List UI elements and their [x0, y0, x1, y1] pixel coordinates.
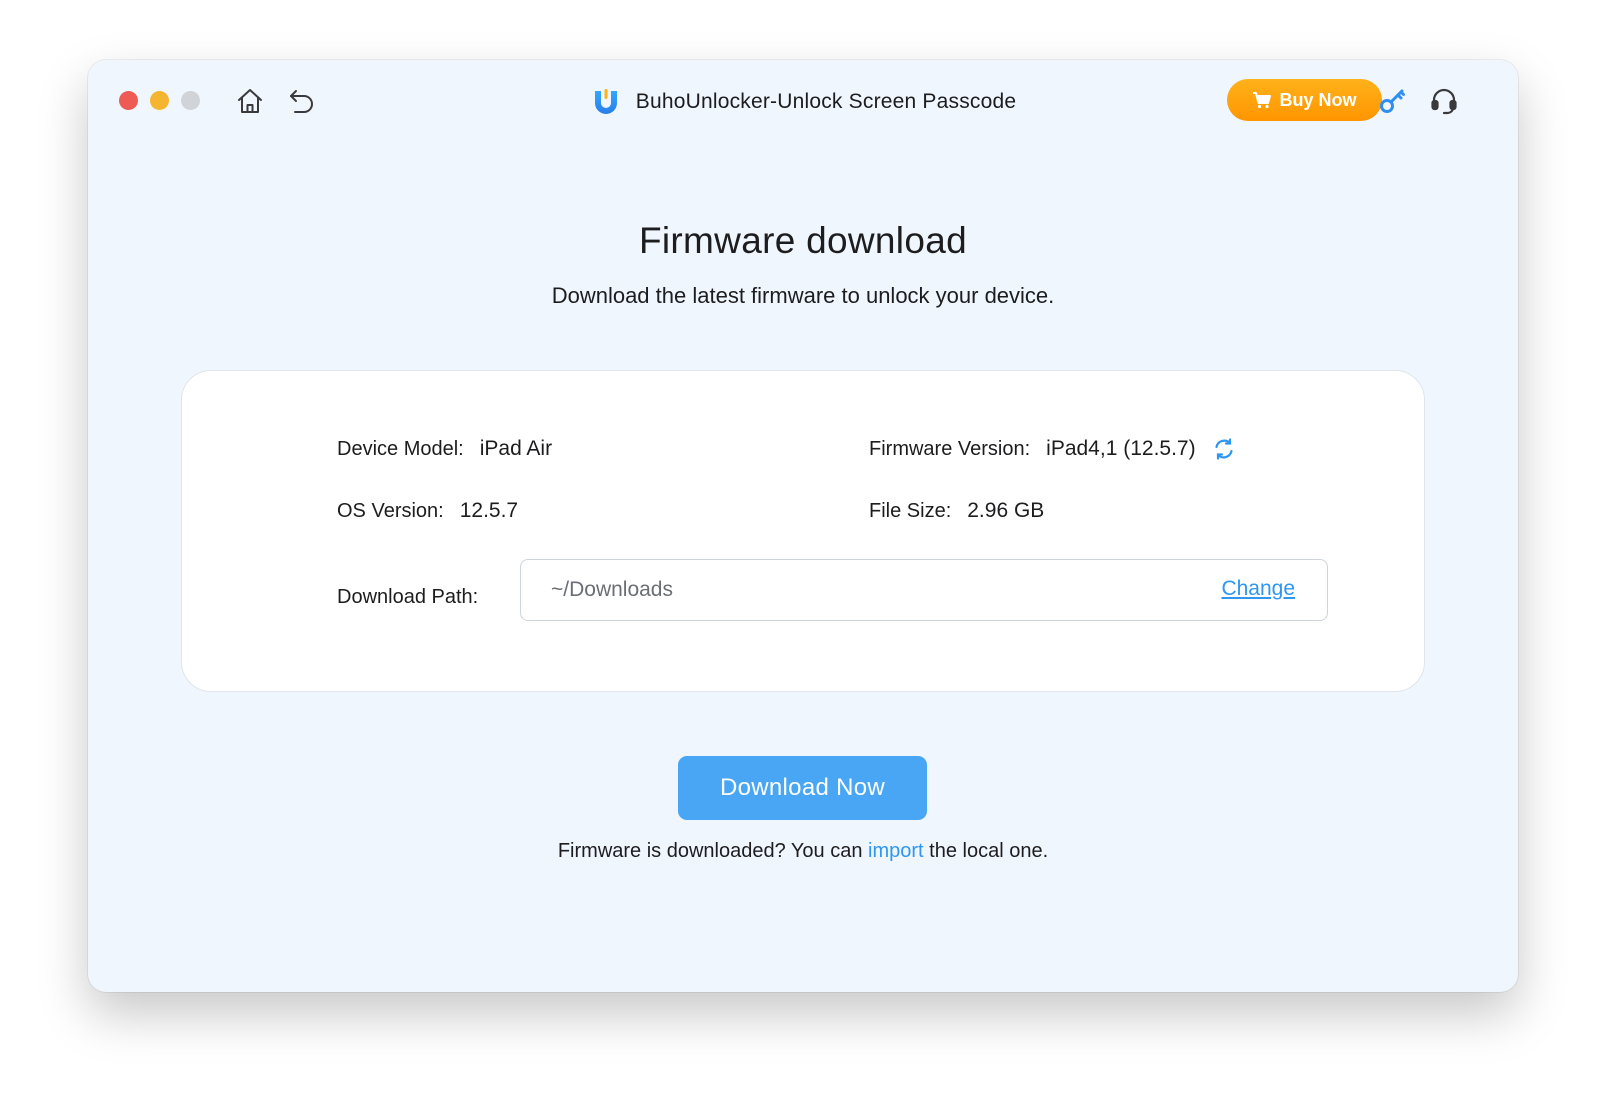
os-version-label: OS Version:	[337, 499, 444, 522]
buho-logo-icon	[590, 86, 622, 118]
download-path-field: Download Path:	[337, 582, 494, 612]
download-path-box: Change	[520, 559, 1328, 621]
page-subtitle: Download the latest firmware to unlock y…	[551, 283, 1055, 308]
app-window: BuhoUnlocker-Unlock Screen Passcode Buy …	[88, 60, 1518, 992]
buy-now-button[interactable]: Buy Now	[1227, 79, 1382, 121]
device-model-value: iPad Air	[479, 437, 553, 460]
device-model-field: Device Model: iPad Air	[337, 434, 552, 464]
os-version-value: 12.5.7	[459, 499, 519, 522]
import-hint-suffix: the local one.	[923, 840, 1049, 862]
cart-icon	[1253, 92, 1272, 109]
device-model-label: Device Model:	[337, 437, 464, 460]
os-version-field: OS Version: 12.5.7	[337, 496, 518, 526]
firmware-version-label: Firmware Version:	[869, 437, 1031, 460]
refresh-icon[interactable]	[1212, 437, 1236, 461]
page-title: Firmware download	[639, 220, 967, 261]
import-hint: Firmware is downloaded? You can import t…	[88, 840, 1518, 863]
download-now-button[interactable]: Download Now	[678, 756, 927, 820]
change-path-link[interactable]: Change	[1221, 577, 1295, 601]
download-path-input[interactable]	[551, 560, 1151, 620]
key-icon[interactable]	[1375, 84, 1409, 118]
import-hint-prefix: Firmware is downloaded? You can	[557, 840, 869, 862]
buy-now-label: Buy Now	[1279, 89, 1357, 110]
import-link[interactable]: import	[868, 840, 924, 862]
window-title: BuhoUnlocker-Unlock Screen Passcode	[635, 90, 1017, 113]
firmware-version-field: Firmware Version: iPad4,1 (12.5.7)	[869, 434, 1236, 464]
headset-icon[interactable]	[1427, 84, 1461, 118]
file-size-value: 2.96 GB	[967, 499, 1045, 522]
file-size-field: File Size: 2.96 GB	[869, 496, 1044, 526]
firmware-version-value: iPad4,1 (12.5.7)	[1046, 437, 1196, 460]
file-size-label: File Size:	[869, 499, 952, 522]
firmware-info-card: Device Model: iPad Air Firmware Version:…	[181, 370, 1425, 692]
download-path-label: Download Path:	[337, 585, 479, 608]
